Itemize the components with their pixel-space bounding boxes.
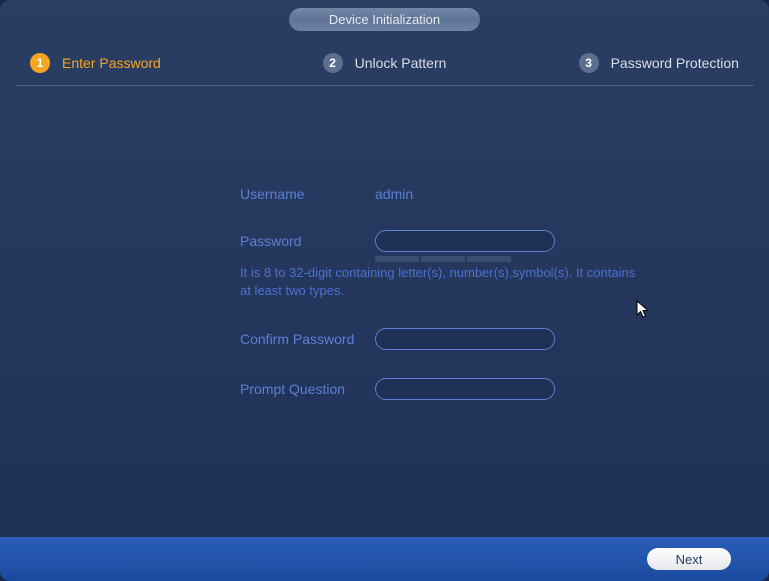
- device-init-window: Device Initialization 1 Enter Password 2…: [0, 0, 769, 581]
- prompt-question-input[interactable]: [375, 378, 555, 400]
- strength-segment: [375, 256, 419, 262]
- confirm-password-row: Confirm Password: [240, 328, 769, 350]
- window-title: Device Initialization: [289, 8, 480, 31]
- password-input[interactable]: [375, 230, 555, 252]
- form-area: Username admin Password It is 8 to 32-di…: [0, 86, 769, 400]
- strength-segment: [421, 256, 465, 262]
- step-label-1: Enter Password: [62, 55, 161, 71]
- step-label-2: Unlock Pattern: [355, 55, 447, 71]
- step-enter-password: 1 Enter Password: [30, 53, 266, 73]
- step-number-3: 3: [579, 53, 599, 73]
- password-label: Password: [240, 233, 375, 249]
- step-number-1: 1: [30, 53, 50, 73]
- confirm-password-input[interactable]: [375, 328, 555, 350]
- step-password-protection: 3 Password Protection: [503, 53, 739, 73]
- prompt-question-label: Prompt Question: [240, 381, 375, 397]
- password-row: Password: [240, 230, 769, 252]
- prompt-question-row: Prompt Question: [240, 378, 769, 400]
- username-label: Username: [240, 186, 375, 202]
- footer-bar: Next: [0, 537, 769, 581]
- password-hint: It is 8 to 32-digit containing letter(s)…: [240, 264, 640, 300]
- wizard-steps: 1 Enter Password 2 Unlock Pattern 3 Pass…: [0, 31, 769, 85]
- username-row: Username admin: [240, 186, 769, 202]
- strength-segment: [467, 256, 511, 262]
- step-unlock-pattern: 2 Unlock Pattern: [266, 53, 502, 73]
- step-number-2: 2: [323, 53, 343, 73]
- title-bar: Device Initialization: [0, 0, 769, 31]
- password-strength-meter: [375, 256, 511, 262]
- step-label-3: Password Protection: [611, 55, 739, 71]
- username-value: admin: [375, 186, 413, 202]
- next-button[interactable]: Next: [647, 548, 731, 570]
- confirm-password-label: Confirm Password: [240, 331, 375, 347]
- hint-row: It is 8 to 32-digit containing letter(s)…: [240, 264, 769, 300]
